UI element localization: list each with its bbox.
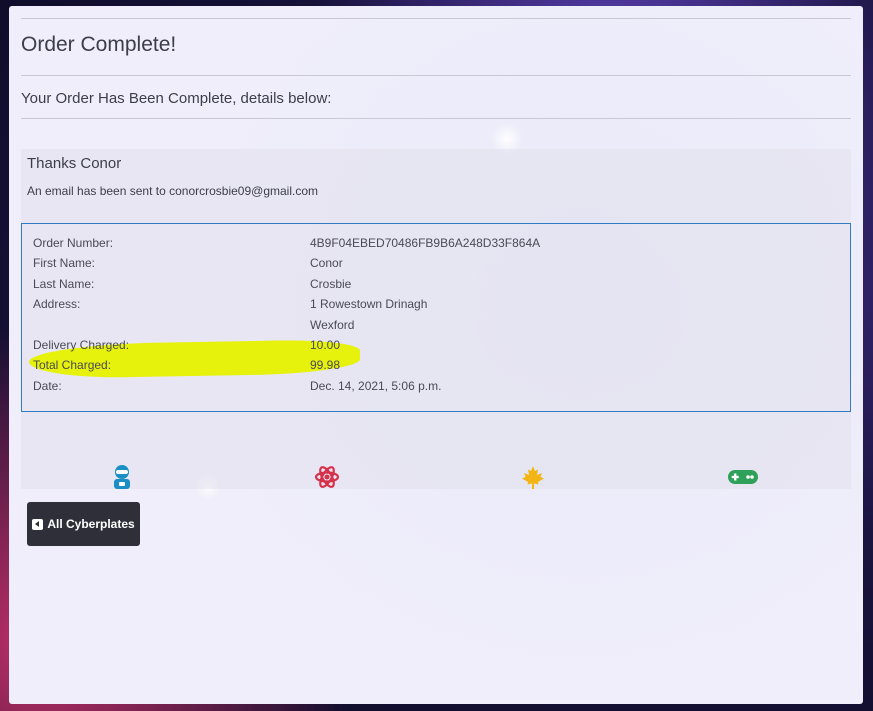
detail-value: Conor [310, 256, 343, 270]
detail-value: 4B9F04EBED70486FB9B6A248D33F864A [310, 236, 541, 250]
order-details: Order Number: 4B9F04EBED70486FB9B6A248D3… [21, 223, 851, 412]
robot-icon [114, 465, 130, 489]
caret-square-left-icon [32, 518, 44, 530]
thanks-message: Thanks Conor [27, 155, 122, 172]
page-subtitle: Your Order Has Been Complete, details be… [21, 90, 332, 107]
detail-label: Total Charged: [33, 358, 112, 372]
detail-value: Dec. 14, 2021, 5:06 p.m. [310, 379, 442, 393]
detail-value: Crosbie [310, 277, 352, 291]
detail-label: Date: [33, 379, 62, 393]
email-note: An email has been sent to conorcrosbie09… [27, 184, 318, 198]
divider [21, 75, 851, 76]
detail-value: 99.98 [310, 358, 341, 372]
gamepad-icon [728, 470, 758, 484]
divider [21, 18, 851, 19]
detail-value: Wexford [310, 318, 355, 332]
order-complete-panel: Order Complete! Your Order Has Been Comp… [9, 6, 863, 704]
button-label: All Cyberplates [47, 517, 135, 531]
all-cyberplates-button[interactable]: All Cyberplates [27, 502, 140, 546]
page-title: Order Complete! [21, 33, 177, 56]
detail-label: Delivery Charged: [33, 338, 130, 352]
atom-icon [314, 466, 340, 488]
detail-value: 1 Rowestown Drinagh [310, 297, 428, 311]
detail-value: 10.00 [310, 338, 341, 352]
detail-label: First Name: [33, 256, 96, 270]
maple-leaf-icon [522, 466, 544, 489]
detail-label: Order Number: [33, 236, 114, 250]
detail-label: Address: [33, 297, 81, 311]
divider [21, 118, 851, 119]
confirmation-box: Thanks Conor An email has been sent to c… [21, 149, 851, 489]
detail-label: Last Name: [33, 277, 95, 291]
